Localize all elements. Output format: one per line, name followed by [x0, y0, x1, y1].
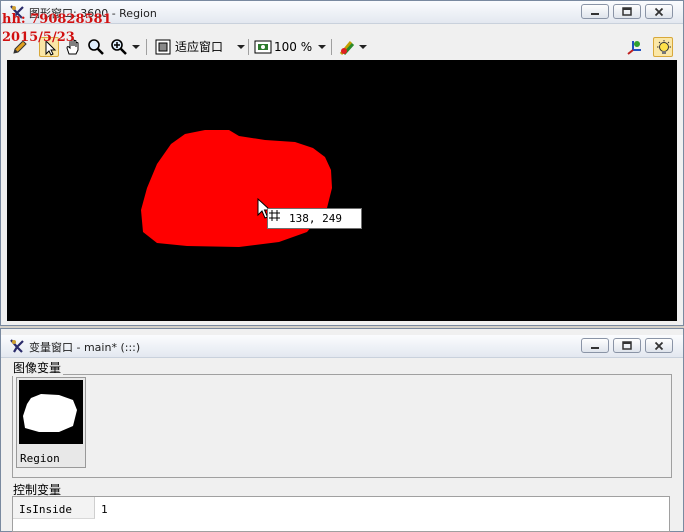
control-variables-table: IsInside 1 [12, 496, 670, 532]
fit-window-icon[interactable] [153, 37, 173, 57]
zoom-percent-icon[interactable] [253, 37, 273, 57]
graphics-window: 图形窗口: 3600 - Region 适应窗口 100 % 138, 249 [0, 0, 684, 326]
chevron-down-icon[interactable] [132, 45, 140, 49]
close-icon [654, 341, 664, 351]
chevron-down-icon[interactable] [359, 45, 367, 49]
close-button[interactable] [645, 4, 673, 19]
iconic-variable-name: Region [20, 452, 60, 465]
iconic-variable-region[interactable]: Region [16, 377, 86, 468]
control-variable-value[interactable]: 1 [101, 503, 108, 516]
toolbar-separator [331, 39, 332, 55]
variable-window-titlebar[interactable]: 变量窗口 - main* (:::) [1, 335, 683, 358]
close-icon [654, 7, 664, 17]
zoom-mode-select[interactable]: 适应窗口 [175, 37, 223, 57]
close-button[interactable] [645, 338, 673, 353]
minimize-icon [591, 347, 599, 349]
iconic-variables-title: 图像变量 [11, 359, 64, 376]
image-canvas[interactable]: 138, 249 [7, 60, 677, 321]
zoom-percent-select[interactable]: 100 % [274, 37, 312, 57]
region-thumbnail [19, 380, 83, 444]
minimize-icon [591, 13, 599, 15]
cursor-coordinates: 138, 249 [289, 212, 342, 225]
color-settings-icon[interactable] [337, 37, 357, 57]
graphics-toolbar: 适应窗口 100 % [1, 34, 683, 60]
maximize-button[interactable] [613, 4, 641, 19]
axis-settings-icon[interactable] [624, 37, 644, 57]
lightbulb-icon[interactable] [653, 37, 673, 57]
zoom-in-icon[interactable] [109, 37, 129, 57]
watermark-contact: hh: 790828581 [2, 12, 112, 27]
minimize-button[interactable] [581, 4, 609, 19]
toolbar-separator [248, 39, 249, 55]
maximize-icon [622, 341, 632, 350]
magnifier-icon[interactable] [86, 37, 106, 57]
maximize-button[interactable] [613, 338, 641, 353]
halcon-app-icon [9, 338, 25, 354]
chevron-down-icon[interactable] [237, 45, 245, 49]
toolbar-separator [146, 39, 147, 55]
variable-window-title: 变量窗口 - main* (:::) [29, 341, 141, 354]
watermark-date: 2015/5/23 [2, 30, 75, 45]
crosshair-icon [269, 210, 280, 221]
minimize-button[interactable] [581, 338, 609, 353]
control-variable-name[interactable]: IsInside [13, 497, 95, 519]
maximize-icon [622, 7, 632, 16]
red-region [141, 130, 332, 247]
iconic-variables-group [12, 374, 672, 478]
region-display [141, 130, 332, 247]
coordinate-tooltip: 138, 249 [267, 208, 362, 229]
chevron-down-icon[interactable] [318, 45, 326, 49]
